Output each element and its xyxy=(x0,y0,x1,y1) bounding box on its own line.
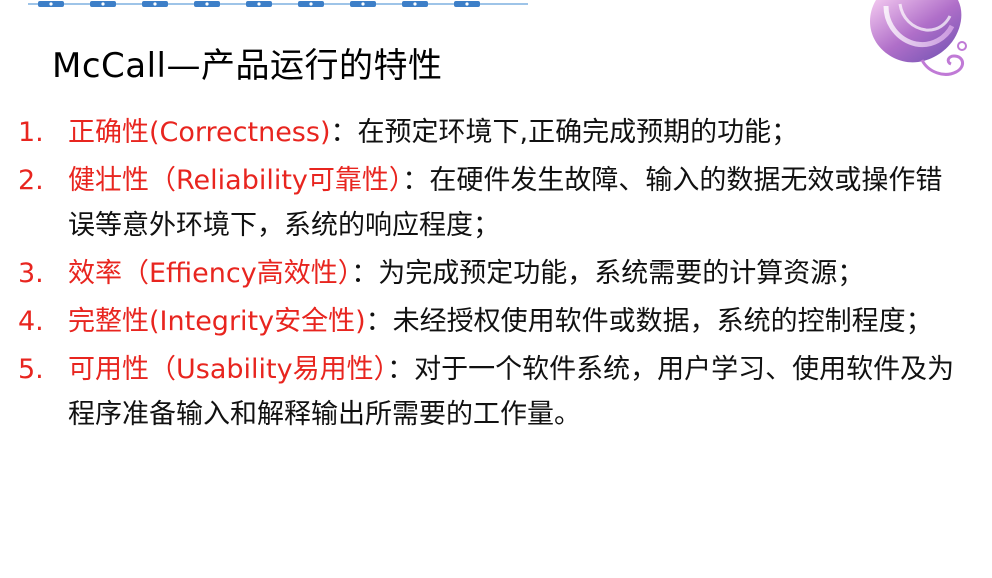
item-term: 健壮性（Reliability可靠性） xyxy=(68,165,403,196)
item-description: ：为完成预定功能，系统需要的计算资源； xyxy=(351,258,865,289)
item-term: 完整性(Integrity安全性) xyxy=(68,306,366,337)
item-number: 1. xyxy=(18,117,44,148)
slide-title: McCall—产品运行的特性 xyxy=(52,46,443,86)
item-number: 4. xyxy=(18,306,44,337)
item-description: ：未经授权使用软件或数据，系统的控制程度； xyxy=(365,306,933,337)
quality-characteristics-list: 1. 正确性(Correctness)：在预定环境下,正确完成预期的功能； 2. 健… xyxy=(0,110,960,440)
item-term: 正确性(Correctness) xyxy=(68,117,331,148)
item-number: 2. xyxy=(18,165,44,196)
list-item-usability: 5. 可用性（Usability易用性）：对于一个软件系统，用户学习、使用软件及为… xyxy=(0,347,960,437)
list-item-integrity: 4. 完整性(Integrity安全性)：未经授权使用软件或数据，系统的控制程度； xyxy=(0,299,960,344)
item-number: 5. xyxy=(18,354,44,385)
list-item-correctness: 1. 正确性(Correctness)：在预定环境下,正确完成预期的功能； xyxy=(0,110,960,155)
item-term: 可用性（Usability易用性） xyxy=(68,354,388,385)
swirl-decoration-icon xyxy=(870,0,967,76)
list-item-efficiency: 3. 效率（Effiency高效性）：为完成预定功能，系统需要的计算资源； xyxy=(0,251,960,296)
item-term: 效率（Effiency高效性） xyxy=(68,258,352,289)
top-chain-decoration xyxy=(28,1,528,7)
item-number: 3. xyxy=(18,258,44,289)
list-item-reliability: 2. 健壮性（Reliability可靠性）：在硬件发生故障、输入的数据无效或操作… xyxy=(0,158,960,248)
item-description: ：在预定环境下,正确完成预期的功能； xyxy=(330,117,799,148)
